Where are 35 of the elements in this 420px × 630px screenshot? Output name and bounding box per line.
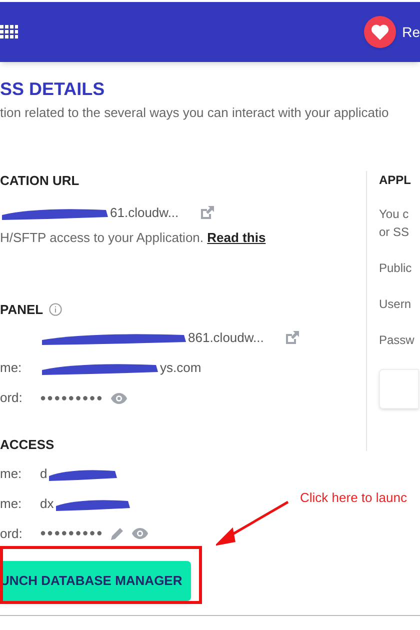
field-label: me: [0, 359, 23, 378]
apps-grid-icon[interactable] [0, 24, 18, 40]
field-label: Passw [379, 332, 416, 348]
field-value: ys.com [160, 359, 202, 378]
page-subtitle: tion related to the several ways you can interact with your applicatio [0, 104, 390, 122]
heart-icon [371, 24, 390, 40]
field-value: 61.cloudw... [110, 204, 179, 222]
field-value: d [40, 464, 48, 483]
field-label: me: [0, 464, 23, 483]
side-description: You c or SS [379, 206, 410, 240]
eye-icon[interactable] [111, 392, 128, 404]
external-link-icon[interactable] [284, 330, 300, 346]
annotation-text: Click here to launc [300, 489, 407, 507]
field-label: Public [379, 260, 413, 276]
pencil-icon[interactable] [111, 527, 124, 540]
info-icon[interactable] [49, 302, 62, 316]
field-label: me: [0, 494, 23, 513]
section-heading: CATION URL [0, 172, 80, 190]
section-heading: ACCESS [0, 436, 56, 454]
password-value: ●●●●●●●●● [40, 392, 104, 406]
page-title: SS DETAILS [0, 78, 106, 98]
section-heading: PANEL [0, 300, 44, 318]
field-label: ord: [0, 524, 24, 543]
password-value: ●●●●●●●●● [40, 527, 104, 541]
field-value: dx [40, 494, 54, 513]
heart-button[interactable] [364, 16, 396, 48]
header-label[interactable]: Re [402, 22, 420, 42]
access-note: H/SFTP access to your Application. Read this [0, 229, 267, 247]
field-value: 861.cloudw... [188, 329, 264, 348]
eye-icon[interactable] [132, 528, 148, 539]
read-this-link[interactable]: Read this [207, 230, 266, 245]
external-link-icon[interactable] [198, 205, 215, 221]
field-label: Usern [379, 296, 412, 312]
section-heading: APPL [379, 172, 412, 188]
field-label: ord: [0, 389, 24, 408]
